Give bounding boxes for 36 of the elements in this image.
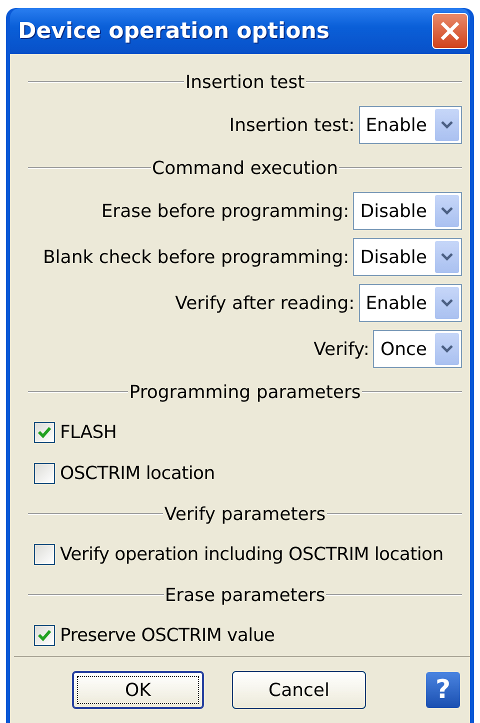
- close-icon: [439, 20, 461, 42]
- check-icon: [37, 425, 52, 440]
- checkbox-label: Verify operation including OSCTRIM location: [60, 544, 444, 565]
- chevron-down-icon: [435, 333, 459, 365]
- checkbox[interactable]: [34, 463, 55, 484]
- checkbox[interactable]: [34, 625, 55, 646]
- option-label: Erase before programming:: [101, 200, 350, 222]
- dropdown[interactable]: Disable: [353, 238, 462, 276]
- section-heading: Verify parameters: [163, 504, 327, 524]
- checkbox[interactable]: [34, 422, 55, 443]
- dropdown[interactable]: Disable: [353, 192, 462, 230]
- section-heading: Erase parameters: [164, 584, 326, 606]
- chevron-down-icon: [435, 109, 459, 141]
- checkbox-label: OSCTRIM location: [60, 463, 215, 484]
- chevron-down-icon: [435, 241, 459, 273]
- dialog-button[interactable]: Cancel: [232, 671, 366, 709]
- dialog-button[interactable]: OK: [72, 671, 204, 709]
- option-label: Verify:: [314, 338, 370, 360]
- chevron-down-icon: [435, 287, 459, 319]
- checkbox-label: Preserve OSCTRIM value: [60, 625, 275, 646]
- section-heading: Command execution: [151, 158, 339, 178]
- window-title: Device operation options: [18, 18, 330, 44]
- check-icon: [37, 628, 52, 643]
- option-label: Insertion test:: [229, 114, 355, 136]
- checkbox[interactable]: [34, 544, 55, 565]
- section-heading: Insertion test: [184, 72, 306, 92]
- close-button[interactable]: [432, 13, 468, 49]
- option-label: Verify after reading:: [175, 292, 355, 314]
- option-label: Blank check before programming:: [42, 246, 350, 268]
- dropdown[interactable]: Enable: [358, 284, 462, 322]
- help-button[interactable]: ?: [426, 672, 460, 708]
- chevron-down-icon: [435, 195, 459, 227]
- dropdown[interactable]: Enable: [358, 106, 462, 144]
- dropdown[interactable]: Once: [373, 330, 462, 368]
- checkbox-label: FLASH: [60, 422, 117, 443]
- section-heading: Programming parameters: [128, 382, 362, 402]
